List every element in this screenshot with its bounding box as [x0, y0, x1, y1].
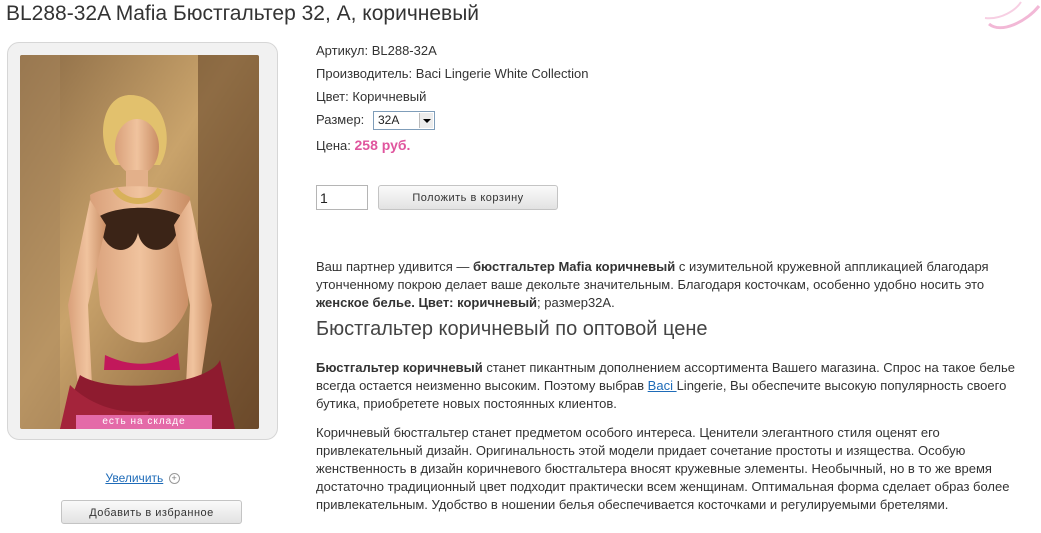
chevron-down-icon[interactable] [419, 113, 433, 128]
manufacturer-label: Производитель: [316, 66, 413, 81]
color-row: Цвет: Коричневый [316, 89, 426, 104]
price-row: Цена: 258 руб. [316, 137, 410, 153]
size-label: Размер: [316, 112, 365, 127]
color-label: Цвет: [316, 89, 349, 104]
zoom-plus-icon[interactable]: + [168, 473, 180, 485]
description-paragraph-1: Ваш партнер удивится — бюстгальтер Mafia… [316, 258, 1031, 312]
description-paragraph-3: Коричневый бюстгальтер станет предметом … [316, 425, 1010, 512]
article-value: BL288-32A [371, 43, 437, 58]
price-label: Цена: [316, 138, 351, 153]
add-to-cart-button[interactable]: Положить в корзину [378, 185, 558, 210]
article-label: Артикул: [316, 43, 369, 58]
quantity-input[interactable] [316, 185, 368, 210]
size-select[interactable]: 32A [373, 111, 435, 130]
article-row: Артикул: BL288-32A [316, 43, 437, 58]
color-value: Коричневый [352, 89, 427, 104]
in-stock-badge: есть на складе [76, 415, 212, 429]
manufacturer-row: Производитель: Baci Lingerie White Colle… [316, 66, 588, 81]
section-heading: Бюстгальтер коричневый по оптовой цене [316, 318, 708, 340]
product-image-frame: есть на складе [7, 42, 278, 440]
zoom-link[interactable]: Увеличить [105, 471, 163, 485]
size-selected-value: 32A [378, 113, 400, 127]
manufacturer-value: Baci Lingerie White Collection [415, 66, 589, 81]
desc1-part-e: ; размер32A. [537, 295, 615, 310]
desc2-bold: Бюстгальтер коричневый [316, 360, 483, 375]
product-title: BL288-32A Mafia Бюстгальтер 32, A, корич… [6, 2, 480, 25]
desc1-bold-b: женское белье. Цвет: коричневый [316, 295, 538, 310]
price-value: 258 руб. [354, 137, 411, 153]
desc1-bold-a: бюстгальтер Mafia коричневый [473, 259, 676, 274]
add-to-favorites-button[interactable]: Добавить в избранное [61, 500, 242, 524]
desc1-part-a: Ваш партнер удивится — [316, 259, 474, 274]
description-paragraph-2: Бюстгальтер коричневый станет пикантным … [316, 359, 1031, 413]
brand-link[interactable]: Baci [648, 378, 677, 393]
product-photo[interactable] [20, 55, 259, 429]
zoom-link-container: Увеличить + [0, 471, 285, 485]
decorative-swirl [984, 1, 1041, 30]
